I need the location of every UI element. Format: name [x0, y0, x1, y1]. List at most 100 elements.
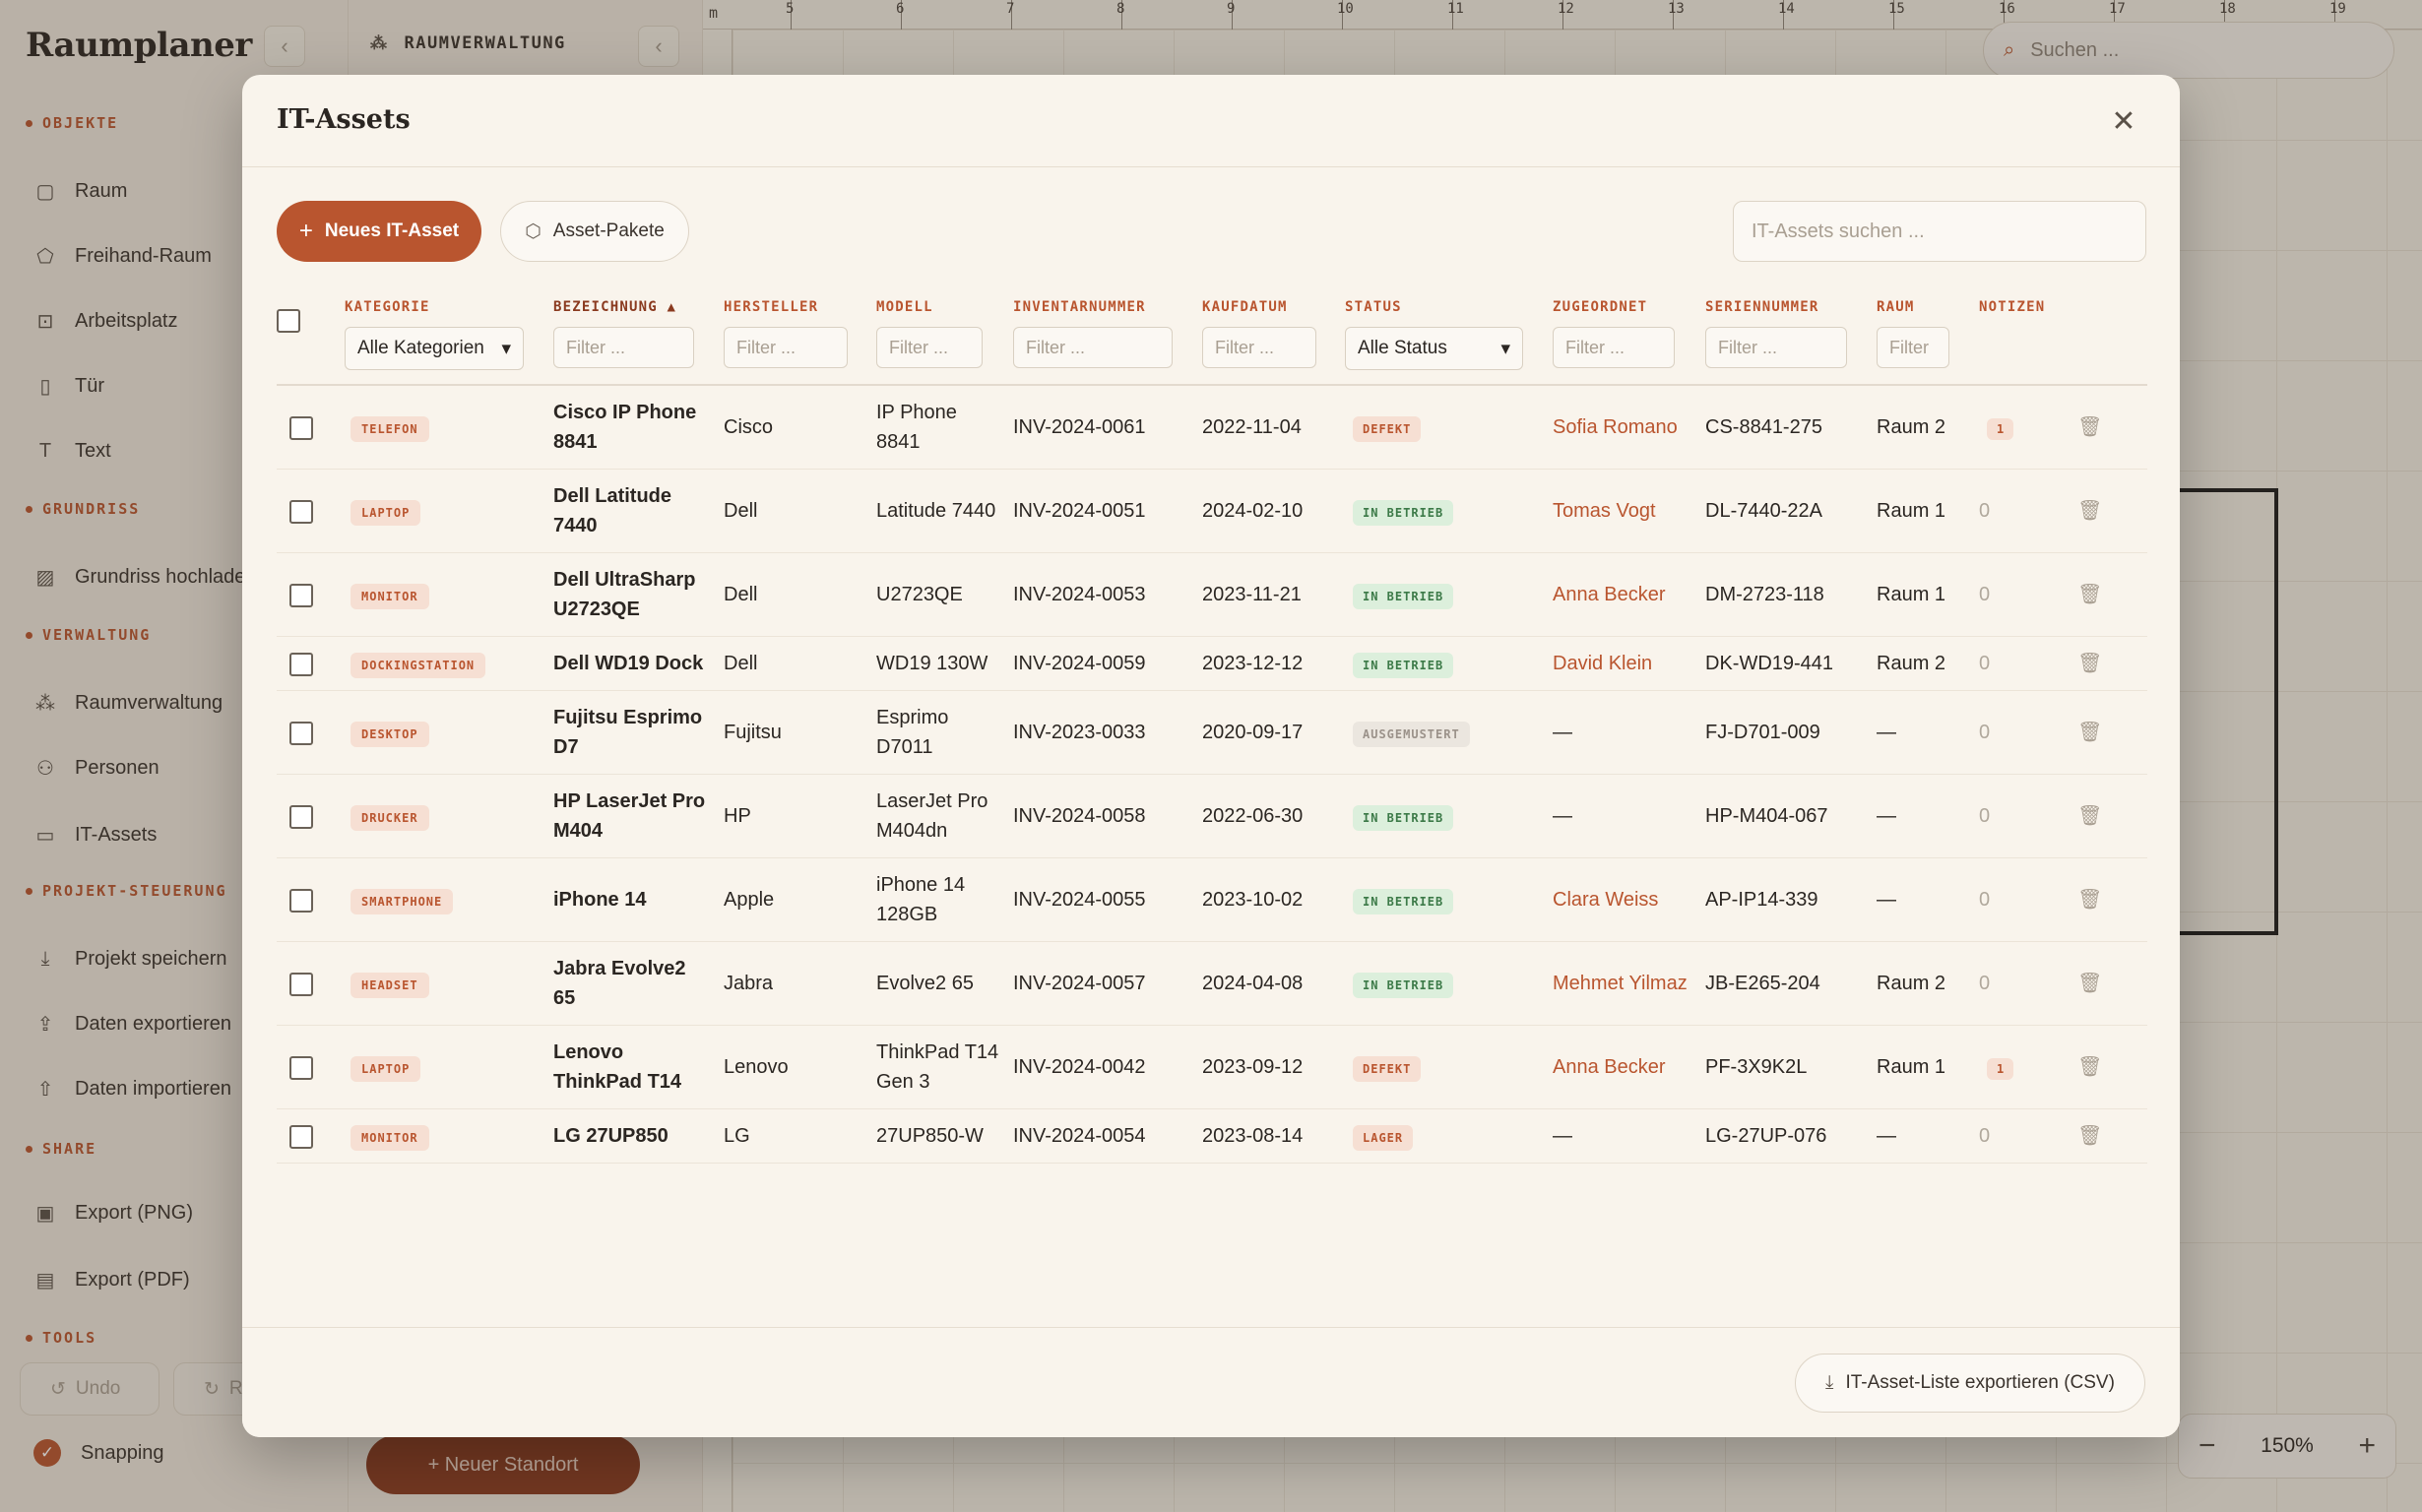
asset-assignee[interactable]: Tomas Vogt: [1553, 469, 1705, 553]
row-checkbox[interactable]: [289, 1124, 313, 1149]
row-checkbox[interactable]: [289, 652, 313, 676]
row-checkbox[interactable]: [289, 972, 313, 996]
category-badge: DOCKINGSTATION: [351, 653, 486, 678]
serial-filter-input[interactable]: [1705, 327, 1847, 368]
inventory-filter-input[interactable]: [1013, 327, 1173, 368]
asset-model: Esprimo D7011: [876, 690, 1013, 775]
table-row[interactable]: MONITOR Dell UltraSharp U2723QE Dell U2723Q…: [277, 552, 2147, 637]
trash-icon[interactable]: 🗑: [2077, 1056, 2102, 1078]
close-button[interactable]: ✕: [2107, 104, 2140, 138]
table-row[interactable]: DOCKINGSTATION Dell WD19 Dock Dell WD19 130…: [277, 636, 2147, 691]
new-asset-label: Neues IT-Asset: [324, 220, 460, 241]
asset-assignee[interactable]: David Klein: [1553, 636, 1705, 691]
table-row[interactable]: TELEFON Cisco IP Phone 8841 Cisco IP Phone …: [277, 385, 2147, 470]
name-filter-input[interactable]: [553, 327, 694, 368]
date-filter-input[interactable]: [1202, 327, 1316, 368]
notes-count: 0: [1979, 973, 1991, 994]
trash-icon[interactable]: 🗑: [2077, 805, 2102, 827]
row-checkbox[interactable]: [289, 583, 313, 607]
table-row[interactable]: LAPTOP Lenovo ThinkPad T14 Lenovo ThinkPad …: [277, 1025, 2147, 1109]
trash-icon[interactable]: 🗑: [2077, 973, 2102, 994]
row-checkbox[interactable]: [289, 888, 313, 913]
col-bezeichnung[interactable]: BEZEICHNUNG ▲: [553, 299, 724, 327]
assignee-filter-input[interactable]: [1553, 327, 1675, 368]
asset-maker: Fujitsu: [724, 690, 876, 775]
row-checkbox[interactable]: [289, 1055, 313, 1080]
trash-icon[interactable]: 🗑: [2077, 500, 2102, 522]
asset-assignee: —: [1553, 774, 1705, 858]
col-inventarnummer[interactable]: INVENTARNUMMER: [1013, 299, 1202, 327]
asset-name: iPhone 14: [553, 857, 724, 942]
asset-maker: Apple: [724, 857, 876, 942]
col-seriennummer[interactable]: SERIENNUMMER: [1705, 299, 1877, 327]
table-row[interactable]: DRUCKER HP LaserJet Pro M404 HP LaserJet Pr…: [277, 774, 2147, 858]
col-kategorie[interactable]: KATEGORIE: [345, 299, 553, 327]
col-hersteller[interactable]: HERSTELLER: [724, 299, 876, 327]
asset-purchase-date: 2023-10-02: [1202, 857, 1345, 942]
col-raum[interactable]: RAUM: [1877, 299, 1979, 327]
asset-room: Raum 2: [1877, 636, 1979, 691]
col-zugeordnet[interactable]: ZUGEORDNET: [1553, 299, 1705, 327]
trash-icon[interactable]: 🗑: [2077, 1125, 2102, 1147]
table-row[interactable]: SMARTPHONE iPhone 14 Apple iPhone 14 128GB I…: [277, 857, 2147, 942]
notes-badge[interactable]: 1: [1987, 1058, 2014, 1080]
trash-icon[interactable]: 🗑: [2077, 416, 2102, 438]
it-assets-modal: IT-Assets ✕ + Neues IT-Asset ⬡ Asset-Paket…: [242, 75, 2180, 1437]
asset-rows: TELEFON Cisco IP Phone 8841 Cisco IP Phone …: [277, 385, 2147, 1164]
table-row[interactable]: MONITOR LG 27UP850 LG 27UP850-W INV-2024-005…: [277, 1108, 2147, 1164]
asset-assignee[interactable]: Sofia Romano: [1553, 385, 1705, 470]
asset-serial: HP-M404-067: [1705, 774, 1877, 858]
asset-name: Dell Latitude 7440: [553, 469, 724, 553]
plus-icon: +: [298, 218, 313, 244]
asset-model: IP Phone 8841: [876, 385, 1013, 470]
asset-search-input[interactable]: [1733, 201, 2146, 262]
table-row[interactable]: LAPTOP Dell Latitude 7440 Dell Latitude 744…: [277, 469, 2147, 553]
asset-maker: Cisco: [724, 385, 876, 470]
chevron-down-icon: ▾: [1500, 338, 1510, 359]
category-filter-select[interactable]: Alle Kategorien ▾: [345, 327, 524, 370]
category-badge: LAPTOP: [351, 1056, 421, 1082]
new-asset-button[interactable]: + Neues IT-Asset: [277, 201, 481, 262]
row-checkbox[interactable]: [289, 804, 313, 829]
trash-icon[interactable]: 🗑: [2077, 584, 2102, 605]
status-badge: IN BETRIEB: [1353, 973, 1454, 998]
col-notizen[interactable]: NOTIZEN: [1979, 299, 2077, 327]
asset-assignee[interactable]: Anna Becker: [1553, 1025, 1705, 1109]
table-row[interactable]: HEADSET Jabra Evolve2 65 Jabra Evolve2 65 IN…: [277, 941, 2147, 1026]
asset-assignee[interactable]: Anna Becker: [1553, 552, 1705, 637]
table-row[interactable]: DESKTOP Fujitsu Esprimo D7 Fujitsu Esprimo …: [277, 690, 2147, 775]
export-csv-button[interactable]: ⤓ IT-Asset-Liste exportieren (CSV): [1795, 1354, 2145, 1413]
status-badge: DEFEKT: [1353, 1056, 1422, 1082]
asset-serial: PF-3X9K2L: [1705, 1025, 1877, 1109]
status-filter-select[interactable]: Alle Status ▾: [1345, 327, 1523, 370]
asset-packages-button[interactable]: ⬡ Asset-Pakete: [500, 201, 689, 262]
trash-icon[interactable]: 🗑: [2077, 653, 2102, 674]
category-badge: DESKTOP: [351, 722, 429, 747]
notes-count: 0: [1979, 1125, 1991, 1147]
asset-assignee[interactable]: Clara Weiss: [1553, 857, 1705, 942]
asset-maker: Dell: [724, 469, 876, 553]
maker-filter-input[interactable]: [724, 327, 848, 368]
row-checkbox[interactable]: [289, 721, 313, 745]
assets-table-container[interactable]: KATEGORIE Alle Kategorien ▾ BEZEICHNUNG ▲…: [277, 284, 2147, 1400]
trash-icon[interactable]: 🗑: [2077, 722, 2102, 743]
model-filter-input[interactable]: [876, 327, 983, 368]
asset-room: Raum 2: [1877, 941, 1979, 1026]
category-badge: LAPTOP: [351, 500, 421, 526]
asset-name: Dell UltraSharp U2723QE: [553, 552, 724, 637]
row-checkbox[interactable]: [289, 415, 313, 440]
trash-icon[interactable]: 🗑: [2077, 889, 2102, 911]
asset-purchase-date: 2020-09-17: [1202, 690, 1345, 775]
col-modell[interactable]: MODELL: [876, 299, 1013, 327]
room-filter-input[interactable]: [1877, 327, 1949, 368]
asset-serial: DL-7440-22A: [1705, 469, 1877, 553]
category-badge: TELEFON: [351, 416, 429, 442]
notes-badge[interactable]: 1: [1987, 418, 2014, 440]
select-all-checkbox[interactable]: [277, 309, 300, 333]
asset-inventory-number: INV-2024-0055: [1013, 857, 1202, 942]
row-checkbox[interactable]: [289, 499, 313, 524]
col-status[interactable]: STATUS: [1345, 299, 1553, 327]
col-kaufdatum[interactable]: KAUFDATUM: [1202, 299, 1345, 327]
category-badge: SMARTPHONE: [351, 889, 454, 914]
asset-assignee[interactable]: Mehmet Yilmaz: [1553, 941, 1705, 1026]
